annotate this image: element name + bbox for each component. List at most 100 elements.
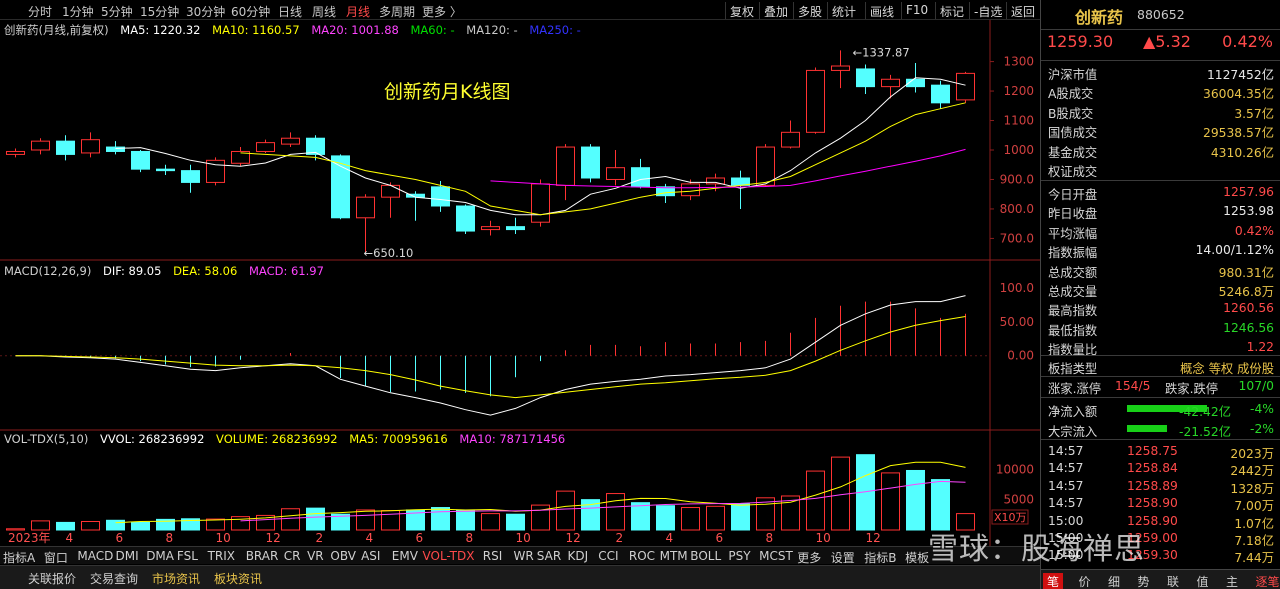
x-axis-label: 10 <box>516 531 531 545</box>
tick-row: 14:57 1258.90 7.00万 <box>1041 494 1280 513</box>
indicator-tab[interactable]: WR <box>514 549 534 563</box>
link-trade-query[interactable]: 交易查询 <box>90 570 138 587</box>
volume-bar <box>431 507 450 531</box>
flow-value: -42.42亿 <box>1179 405 1231 419</box>
overlay-button[interactable]: 叠加 <box>759 2 792 19</box>
adjust-button[interactable]: 复权 <box>725 2 758 19</box>
sidebar-tab[interactable]: 联 <box>1167 573 1179 589</box>
indicator-tab[interactable]: MCST <box>759 549 793 563</box>
volume-bar <box>456 509 475 531</box>
flow-value: -21.52亿 <box>1179 424 1231 439</box>
candle-body <box>56 140 75 155</box>
indicator-tab[interactable]: VOL-TDX <box>423 549 475 563</box>
period-weekly[interactable]: 周线 <box>312 3 336 20</box>
sidebar-tab[interactable]: 值 <box>1197 573 1209 589</box>
multi-stock-button[interactable]: 多股 <box>793 2 826 19</box>
flow-pct: -2% <box>1250 421 1274 436</box>
draw-line-button[interactable]: 画线 <box>865 2 898 19</box>
volume-bar <box>481 513 500 531</box>
indicator-tab[interactable]: DMI <box>116 549 139 563</box>
x-axis-label: 6 <box>716 531 724 545</box>
vol-legend: VOL-TDX(5,10) VVOL: 268236992 VOLUME: 26… <box>4 432 573 446</box>
indicator-tab[interactable]: BOLL <box>690 549 721 563</box>
indicator-tab[interactable]: 设置 <box>831 549 855 566</box>
indicator-tab[interactable]: RSI <box>483 549 503 563</box>
sidebar-tab[interactable]: 逐笔 <box>1256 573 1280 589</box>
tick-time: 14:57 <box>1048 478 1084 493</box>
indicator-tab[interactable]: CR <box>284 549 301 563</box>
volume-bar <box>631 502 650 531</box>
indicator-tab[interactable]: BRAR <box>246 549 279 563</box>
vol-ma5: MA5: 700959616 <box>349 432 448 446</box>
indicator-tab[interactable]: 指标A <box>3 549 35 566</box>
sidebar-tab[interactable]: 势 <box>1138 573 1150 589</box>
indicator-tab[interactable]: ROC <box>629 549 655 563</box>
indicator-tab[interactable]: EMV <box>392 549 418 563</box>
indicator-tab[interactable]: 指标B <box>864 549 896 566</box>
indicator-tab[interactable]: OBV <box>330 549 356 563</box>
sidebar-tab[interactable]: 细 <box>1108 573 1120 589</box>
period-multi[interactable]: 多周期 <box>379 3 415 20</box>
volume-bar <box>556 490 575 531</box>
indicator-tab[interactable]: TRIX <box>208 549 235 563</box>
candle-body <box>431 186 450 207</box>
period-30min[interactable]: 30分钟 <box>186 3 225 20</box>
period-1min[interactable]: 1分钟 <box>62 3 94 20</box>
price-axis-label: 900.0 <box>1000 172 1034 186</box>
index-code: 880652 <box>1137 7 1185 22</box>
candle-body <box>956 72 975 101</box>
candle-body <box>131 150 150 170</box>
chart-area[interactable]: 1300 1200 1100 1000 900.0 800.0 700.0 100.0 50.0… <box>0 20 1040 546</box>
kline-chart-svg[interactable]: 1300 1200 1100 1000 900.0 800.0 700.0 100.0 50.0… <box>0 20 1040 546</box>
candle-body <box>681 183 700 197</box>
indicator-tab[interactable]: CCI <box>598 549 618 563</box>
indicator-tab[interactable]: VR <box>307 549 324 563</box>
volume-bar <box>506 513 525 531</box>
indicator-tab[interactable]: MACD <box>77 549 113 563</box>
volume-bar <box>681 507 700 531</box>
index-stat-row-label: 最高指数 <box>1048 304 1098 319</box>
period-more[interactable]: 更多 〉 <box>422 3 462 20</box>
divider <box>1041 60 1280 61</box>
indicator-tab[interactable]: SAR <box>537 549 561 563</box>
link-sector-news[interactable]: 板块资讯 <box>214 570 262 587</box>
candle-body <box>806 69 825 133</box>
indicator-tab[interactable]: MTM <box>660 549 688 563</box>
candle-body <box>756 146 775 186</box>
market-stat-row-label: B股成交 <box>1048 106 1094 121</box>
indicator-tab[interactable]: KDJ <box>568 549 589 563</box>
sidebar-tab[interactable]: 笔 <box>1043 573 1064 589</box>
mark-button[interactable]: 标记 <box>935 2 968 19</box>
vol-volume: VOLUME: 268236992 <box>216 432 338 446</box>
x-axis-label: 10 <box>216 531 231 545</box>
link-related-quotes[interactable]: 关联报价 <box>28 570 76 587</box>
market-stat-row: 国债成交 29538.57亿 <box>1041 121 1280 140</box>
indicator-tab[interactable]: 模板 <box>905 549 929 566</box>
period-daily[interactable]: 日线 <box>278 3 302 20</box>
candle-body <box>781 131 800 148</box>
statistics-button[interactable]: 统计 <box>827 2 860 19</box>
f10-button[interactable]: F10 <box>901 2 932 19</box>
index-stat-row-label: 平均涨幅 <box>1048 226 1098 241</box>
indicator-tab[interactable]: 更多 <box>797 549 821 566</box>
index-stat-row-value: 0.42% <box>1234 223 1274 238</box>
period-monthly[interactable]: 月线 <box>346 3 370 20</box>
link-market-news[interactable]: 市场资讯 <box>152 570 200 587</box>
indicator-tab[interactable]: DMA <box>146 549 174 563</box>
legend-ma120: MA120: - <box>466 23 518 37</box>
sidebar-tab[interactable]: 主 <box>1226 573 1238 589</box>
indicator-tab[interactable]: PSY <box>728 549 750 563</box>
indicator-tab[interactable]: FSL <box>177 549 198 563</box>
flow-bar <box>1127 424 1167 432</box>
period-intraday[interactable]: 分时 <box>28 3 52 20</box>
indicator-tab[interactable]: 窗口 <box>44 549 68 566</box>
period-5min[interactable]: 5分钟 <box>101 3 133 20</box>
sidebar-tab[interactable]: 价 <box>1079 573 1091 589</box>
macd-axis-label: 100.0 <box>1000 281 1034 295</box>
back-button[interactable]: 返回 <box>1006 2 1039 19</box>
watchlist-button[interactable]: -自选 <box>969 2 1006 19</box>
period-60min[interactable]: 60分钟 <box>231 3 270 20</box>
indicator-tab[interactable]: ASI <box>361 549 380 563</box>
vol-vvol: VVOL: 268236992 <box>100 432 205 446</box>
period-15min[interactable]: 15分钟 <box>140 3 179 20</box>
